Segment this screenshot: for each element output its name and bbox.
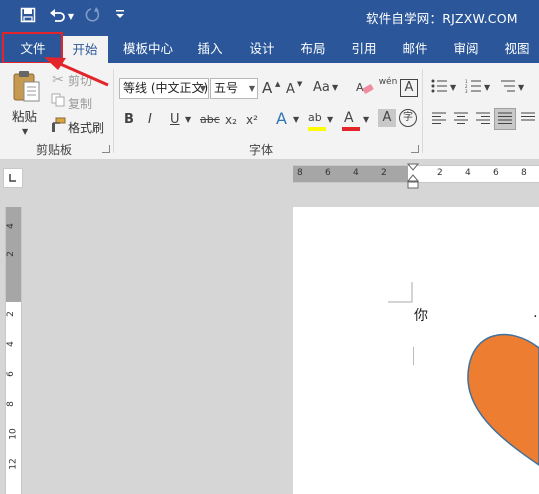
ruler-number: 10	[8, 428, 19, 440]
ruler-number: 6	[493, 168, 499, 178]
ruler-number: 8	[297, 168, 303, 178]
ruler-margin-left	[293, 166, 408, 182]
text-cursor-line	[413, 347, 414, 365]
ruler-number: 2	[5, 251, 16, 257]
ruler-number: 4	[5, 223, 16, 229]
ruler-number: 8	[521, 168, 527, 178]
margin-corner-mark	[388, 282, 413, 303]
ruler-number: 6	[5, 371, 16, 377]
heart-shape[interactable]	[440, 320, 539, 494]
ruler-number: 2	[437, 168, 443, 178]
ruler-number: 2	[5, 311, 16, 317]
indent-marker[interactable]	[407, 163, 419, 191]
document-text-cut: …	[533, 305, 539, 321]
ruler-number: 8	[5, 401, 16, 407]
vertical-ruler[interactable]: 4 2 2 4 6 8 10 12	[5, 207, 22, 494]
ruler-number: 2	[381, 168, 387, 178]
ruler-number: 4	[353, 168, 359, 178]
tab-selector[interactable]	[3, 168, 23, 188]
ruler-number: 6	[325, 168, 331, 178]
ruler-number: 4	[465, 168, 471, 178]
document-text[interactable]: 你	[414, 305, 428, 325]
ruler-number: 4	[5, 341, 16, 347]
ruler-number: 12	[8, 458, 19, 470]
